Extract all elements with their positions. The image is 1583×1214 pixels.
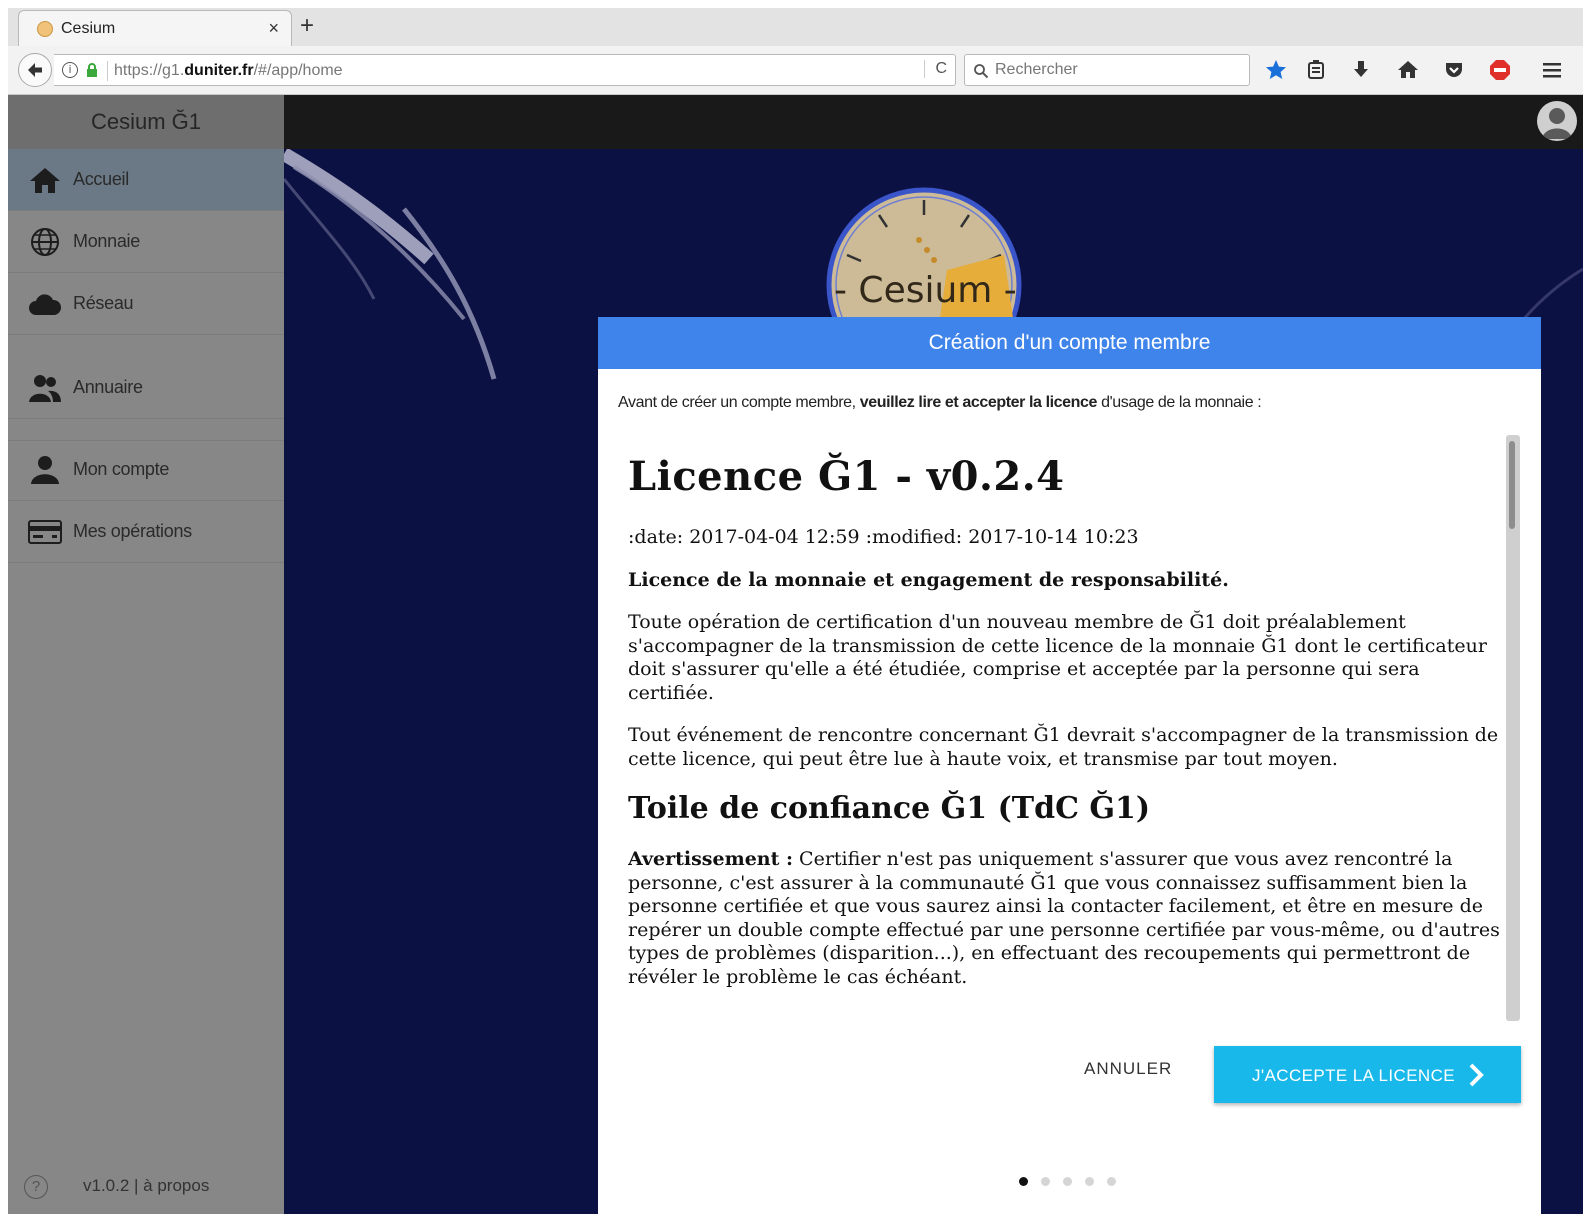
back-arrow-icon xyxy=(28,63,42,77)
home-icon xyxy=(30,168,60,193)
app: Cesium Ğ1 Accueil Monnaie Réseau Annuair… xyxy=(8,95,1583,1214)
sidebar-item-mon-compte[interactable]: Mon compte xyxy=(8,439,284,501)
person-icon xyxy=(31,456,59,484)
bookmarks-menu-icon[interactable] xyxy=(1304,58,1328,82)
search-placeholder: Rechercher xyxy=(995,61,1078,78)
intro-bold-text: veuillez lire et accepter la licence xyxy=(859,394,1098,411)
search-input[interactable]: Rechercher xyxy=(964,54,1250,86)
sidebar-header: Cesium Ğ1 xyxy=(8,95,284,149)
pager-dot[interactable] xyxy=(1019,1177,1028,1186)
address-bar[interactable]: i https://g1.duniter.fr/#/app/home C xyxy=(54,54,956,86)
intro-text: Avant de créer un compte membre, xyxy=(618,394,860,411)
browser-tab[interactable]: Cesium × xyxy=(18,10,292,47)
info-icon[interactable]: i xyxy=(62,62,78,78)
sidebar-title: Cesium Ğ1 xyxy=(90,109,202,134)
license-section-heading: Toile de confiance Ğ1 (TdC Ğ1) xyxy=(628,791,1151,826)
sidebar-item-accueil[interactable]: Accueil xyxy=(8,149,284,211)
new-tab-button[interactable]: + xyxy=(300,12,314,40)
sidebar-item-label: Monnaie xyxy=(73,231,140,251)
user-avatar-icon[interactable] xyxy=(1537,101,1577,141)
help-icon[interactable]: ? xyxy=(24,1175,48,1199)
sidebar-item-label: Réseau xyxy=(73,293,134,313)
license-heading: Licence Ğ1 - v0.2.4 xyxy=(628,453,1065,500)
version-link[interactable]: v1.0.2 | à propos xyxy=(83,1176,209,1196)
license-modal: Création d'un compte membre Avant de cré… xyxy=(598,317,1541,1214)
people-icon xyxy=(29,375,61,402)
globe-icon xyxy=(31,228,59,256)
search-icon xyxy=(974,64,989,79)
pager-dot[interactable] xyxy=(1107,1177,1116,1186)
url-domain: duniter.fr xyxy=(184,62,254,79)
hamburger-menu-icon[interactable] xyxy=(1540,58,1564,82)
browser-navigation-bar: i https://g1.duniter.fr/#/app/home C Rec… xyxy=(8,46,1583,95)
url-path: /#/app/home xyxy=(253,62,343,79)
warning-label: Avertissement : xyxy=(628,848,793,870)
intro-text-end: d'usage de la monnaie : xyxy=(1097,394,1262,411)
license-subtitle: Licence de la monnaie et engagement de r… xyxy=(628,568,1229,591)
cesium-favicon-icon xyxy=(37,21,53,37)
adblock-icon[interactable] xyxy=(1488,58,1512,82)
modal-intro: Avant de créer un compte membre, veuille… xyxy=(618,394,1262,412)
pager-dot[interactable] xyxy=(1063,1177,1072,1186)
reload-icon[interactable]: C xyxy=(924,60,947,78)
tab-title: Cesium xyxy=(61,20,116,37)
license-warning: Avertissement : Certifier n'est pas uniq… xyxy=(628,848,1508,989)
pocket-icon[interactable] xyxy=(1442,58,1466,82)
download-icon[interactable] xyxy=(1349,58,1373,82)
accept-license-label: J'ACCEPTE LA LICENCE xyxy=(1252,1066,1456,1085)
tab-close-icon[interactable]: × xyxy=(268,18,279,39)
license-paragraph: Tout événement de rencontre concernant Ğ… xyxy=(628,724,1499,770)
back-button[interactable] xyxy=(18,53,52,87)
url-prefix: https://g1. xyxy=(114,62,185,79)
sidebar-item-label: Mon compte xyxy=(73,459,170,479)
accept-license-button[interactable]: J'ACCEPTE LA LICENCE xyxy=(1214,1046,1521,1103)
scrollbar-thumb[interactable] xyxy=(1509,441,1515,529)
pager-dot[interactable] xyxy=(1085,1177,1094,1186)
home-button-icon[interactable] xyxy=(1396,58,1420,82)
chevron-right-icon xyxy=(1469,1063,1484,1087)
cloud-icon xyxy=(29,294,62,315)
sidebar-item-monnaie[interactable]: Monnaie xyxy=(8,211,284,273)
modal-header: Création d'un compte membre xyxy=(598,317,1541,369)
sidebar-item-label: Accueil xyxy=(73,169,129,189)
browser-tab-bar: Cesium × + xyxy=(8,8,1583,47)
license-paragraph: Toute opération de certification d'un no… xyxy=(628,611,1487,704)
bookmark-star-icon[interactable] xyxy=(1264,58,1288,82)
sidebar-item-label: Annuaire xyxy=(73,377,143,397)
main-content: - Cesium - Création d'un compte membre A… xyxy=(284,95,1583,1214)
license-dates: :date: 2017-04-04 12:59 :modified: 2017-… xyxy=(628,526,1139,548)
sidebar-divider xyxy=(8,419,284,441)
sidebar-footer: ? v1.0.2 | à propos xyxy=(8,1158,284,1214)
card-icon xyxy=(28,520,62,544)
sidebar-item-mes-operations[interactable]: Mes opérations xyxy=(8,501,284,563)
url-text[interactable]: https://g1.duniter.fr/#/app/home xyxy=(114,62,343,80)
sidebar-item-reseau[interactable]: Réseau xyxy=(8,273,284,335)
sidebar-item-label: Mes opérations xyxy=(73,521,192,541)
sidebar-item-annuaire[interactable]: Annuaire xyxy=(8,357,284,419)
sidebar: Cesium Ğ1 Accueil Monnaie Réseau Annuair… xyxy=(8,95,284,1214)
pager-dot[interactable] xyxy=(1041,1177,1050,1186)
modal-title: Création d'un compte membre xyxy=(928,331,1211,354)
license-text-panel[interactable]: Licence Ğ1 - v0.2.4 :date: 2017-04-04 12… xyxy=(628,437,1508,1037)
license-scrollbar[interactable] xyxy=(1506,435,1520,1021)
cancel-button[interactable]: ANNULER xyxy=(1084,1059,1172,1079)
url-separator xyxy=(107,61,108,81)
lock-icon[interactable] xyxy=(84,62,100,78)
top-bar xyxy=(284,95,1583,149)
cesium-logo-text: - Cesium - xyxy=(834,270,1017,311)
